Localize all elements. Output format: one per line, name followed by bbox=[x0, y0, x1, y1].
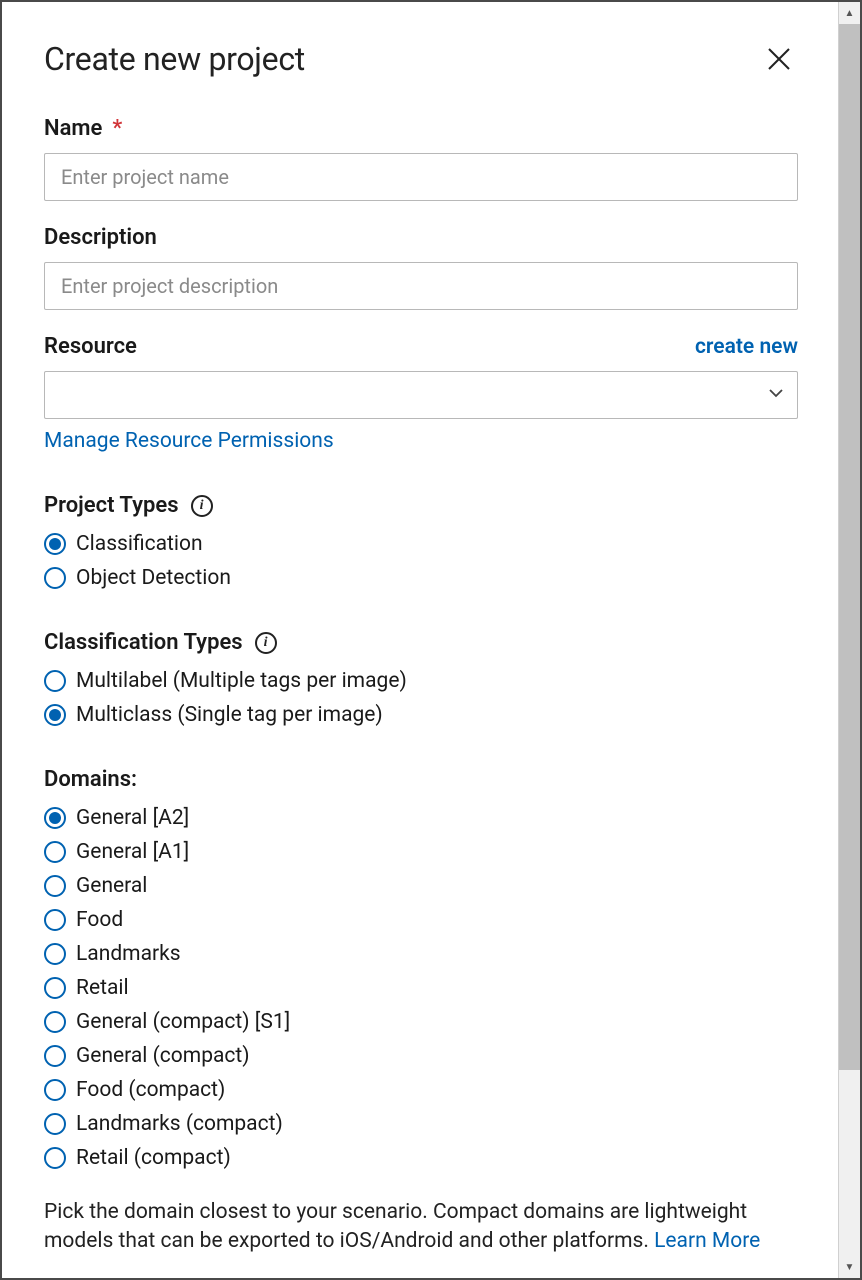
radio-icon bbox=[44, 977, 66, 999]
domain-option[interactable]: General [A1] bbox=[44, 840, 798, 864]
classification-type-option-label: Multilabel (Multiple tags per image) bbox=[76, 669, 407, 693]
learn-more-link[interactable]: Learn More bbox=[654, 1229, 760, 1253]
scroll-up-button[interactable]: ▲ bbox=[839, 2, 860, 24]
domain-option[interactable]: Food bbox=[44, 908, 798, 932]
radio-icon bbox=[44, 1045, 66, 1067]
dialog-header: Create new project bbox=[44, 40, 798, 78]
resource-select[interactable] bbox=[44, 371, 798, 419]
domain-option-label: Food (compact) bbox=[76, 1078, 225, 1102]
domain-option[interactable]: Food (compact) bbox=[44, 1078, 798, 1102]
project-type-option-label: Object Detection bbox=[76, 566, 231, 590]
domain-option-label: Landmarks bbox=[76, 942, 181, 966]
radio-icon bbox=[44, 943, 66, 965]
scroll-track-space[interactable] bbox=[839, 1070, 860, 1256]
domains-label: Domains: bbox=[44, 767, 798, 792]
description-label-text: Description bbox=[44, 225, 157, 250]
resource-label-row: Resource create new bbox=[44, 334, 798, 359]
domain-option-label: General bbox=[76, 874, 147, 898]
project-type-option[interactable]: Classification bbox=[44, 532, 798, 556]
required-marker: * bbox=[112, 116, 122, 141]
name-field-group: Name * bbox=[44, 116, 798, 201]
create-project-dialog: Create new project Name * bbox=[2, 2, 838, 1278]
description-input[interactable] bbox=[44, 262, 798, 310]
classification-type-option-label: Multiclass (Single tag per image) bbox=[76, 703, 383, 727]
domains-helper-text: Pick the domain closest to your scenario… bbox=[44, 1198, 798, 1257]
manage-resource-permissions-link[interactable]: Manage Resource Permissions bbox=[44, 429, 334, 453]
domains-helper-text-body: Pick the domain closest to your scenario… bbox=[44, 1200, 747, 1253]
radio-icon bbox=[44, 841, 66, 863]
project-types-label-text: Project Types bbox=[44, 493, 179, 518]
domain-option[interactable]: Retail (compact) bbox=[44, 1146, 798, 1170]
classification-types-label-row: Classification Types i bbox=[44, 630, 798, 655]
project-types-radio-group: Classification Object Detection bbox=[44, 532, 798, 590]
radio-icon bbox=[44, 875, 66, 897]
radio-icon bbox=[44, 533, 66, 555]
name-label: Name * bbox=[44, 116, 798, 141]
project-types-section: Project Types i Classification Object Det… bbox=[44, 493, 798, 590]
domain-option[interactable]: Landmarks (compact) bbox=[44, 1112, 798, 1136]
info-icon[interactable]: i bbox=[191, 495, 213, 517]
name-input[interactable] bbox=[44, 153, 798, 201]
radio-icon bbox=[44, 1147, 66, 1169]
description-label: Description bbox=[44, 225, 798, 250]
vertical-scrollbar[interactable]: ▲ ▼ bbox=[838, 2, 860, 1278]
domain-option[interactable]: Retail bbox=[44, 976, 798, 1000]
domain-option-label: General [A1] bbox=[76, 840, 189, 864]
name-label-text: Name bbox=[44, 116, 102, 141]
classification-types-radio-group: Multilabel (Multiple tags per image) Mult… bbox=[44, 669, 798, 727]
create-new-resource-link[interactable]: create new bbox=[695, 335, 798, 359]
project-types-label-row: Project Types i bbox=[44, 493, 798, 518]
domain-option-label: General [A2] bbox=[76, 806, 189, 830]
resource-field-group: Resource create new Manage Resource Perm… bbox=[44, 334, 798, 453]
dialog-container: Create new project Name * bbox=[2, 2, 838, 1278]
radio-icon bbox=[44, 670, 66, 692]
classification-type-option[interactable]: Multiclass (Single tag per image) bbox=[44, 703, 798, 727]
project-type-option[interactable]: Object Detection bbox=[44, 566, 798, 590]
domain-option-label: Food bbox=[76, 908, 123, 932]
domain-option-label: Retail bbox=[76, 976, 129, 1000]
radio-icon bbox=[44, 1079, 66, 1101]
classification-types-label-text: Classification Types bbox=[44, 630, 243, 655]
radio-icon bbox=[44, 704, 66, 726]
domain-option-label: Retail (compact) bbox=[76, 1146, 231, 1170]
close-button[interactable] bbox=[760, 40, 798, 78]
domain-option[interactable]: General bbox=[44, 874, 798, 898]
domain-option-label: General (compact) [S1] bbox=[76, 1010, 290, 1034]
app-frame: Create new project Name * bbox=[0, 0, 862, 1280]
domain-option-label: Landmarks (compact) bbox=[76, 1112, 283, 1136]
radio-icon bbox=[44, 1113, 66, 1135]
domain-option[interactable]: Landmarks bbox=[44, 942, 798, 966]
domain-option[interactable]: General [A2] bbox=[44, 806, 798, 830]
radio-icon bbox=[44, 567, 66, 589]
resource-label-text: Resource bbox=[44, 334, 137, 359]
classification-types-section: Classification Types i Multilabel (Multi… bbox=[44, 630, 798, 727]
domain-option[interactable]: General (compact) [S1] bbox=[44, 1010, 798, 1034]
resource-select-wrap bbox=[44, 371, 798, 419]
classification-type-option[interactable]: Multilabel (Multiple tags per image) bbox=[44, 669, 798, 693]
radio-icon bbox=[44, 909, 66, 931]
domain-option-label: General (compact) bbox=[76, 1044, 250, 1068]
domains-radio-group: General [A2] General [A1] General Food Landm… bbox=[44, 806, 798, 1170]
scroll-thumb[interactable] bbox=[839, 24, 860, 1070]
radio-icon bbox=[44, 807, 66, 829]
description-field-group: Description bbox=[44, 225, 798, 310]
dialog-title: Create new project bbox=[44, 40, 305, 78]
project-type-option-label: Classification bbox=[76, 532, 203, 556]
domains-section: Domains: General [A2]General [A1]General… bbox=[44, 767, 798, 1257]
domain-option[interactable]: General (compact) bbox=[44, 1044, 798, 1068]
scroll-down-button[interactable]: ▼ bbox=[839, 1256, 860, 1278]
info-icon[interactable]: i bbox=[255, 632, 277, 654]
close-icon bbox=[766, 46, 792, 72]
radio-icon bbox=[44, 1011, 66, 1033]
